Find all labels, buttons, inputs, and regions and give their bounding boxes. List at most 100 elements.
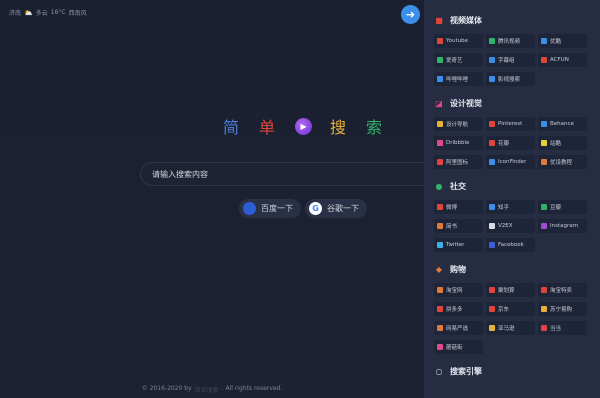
nav-link-label: ACFUN xyxy=(550,57,569,63)
nav-section: ○ 搜索引擎 xyxy=(434,366,600,377)
nav-link[interactable]: 简书 xyxy=(434,219,483,233)
link-grid: 微博 知乎 豆瓣简书 V2EX Instagram Twitter Facebook xyxy=(434,200,600,252)
section-title-label: 视频媒体 xyxy=(450,16,482,25)
footer-rights: . All rights reserved. xyxy=(221,385,283,392)
nav-link[interactable]: 微博 xyxy=(434,200,483,214)
nav-link[interactable]: 腾讯视频 xyxy=(486,34,535,48)
nav-section: ◆ 购物淘宝网 聚划算 淘宝特卖拼多多 京东 苏宁易购网易严选 亚马逊 当当蘑菇街 xyxy=(434,264,600,354)
link-grid: Youtube 腾讯视频 优酷爱奇艺 字幕组 ACFUN 哔哩哔哩 影视搜索 xyxy=(434,34,600,86)
nav-link-label: 站酷 xyxy=(550,141,562,147)
section-title: ■ 视频媒体 xyxy=(434,15,600,26)
nav-link[interactable]: 爱奇艺 xyxy=(434,53,483,67)
site-icon xyxy=(541,121,547,127)
site-icon xyxy=(489,204,495,210)
site-icon xyxy=(437,242,443,248)
nav-link[interactable]: Youtube xyxy=(434,34,483,48)
nav-link-label: 哔哩哔哩 xyxy=(446,77,469,83)
nav-link[interactable]: 花瓣 xyxy=(486,136,535,150)
nav-link[interactable]: 苏宁易购 xyxy=(538,302,587,316)
weather-widget[interactable]: 济南 ⛅ 多云 16°C 西南风 xyxy=(9,8,87,18)
site-icon xyxy=(437,121,443,127)
nav-link-label: 简书 xyxy=(446,224,458,230)
nav-link[interactable]: Behance xyxy=(538,117,587,131)
nav-link[interactable]: 拼多多 xyxy=(434,302,483,316)
site-icon xyxy=(437,76,443,82)
partly-cloudy-icon: ⛅ xyxy=(24,8,33,17)
nav-link[interactable]: 聚划算 xyxy=(486,283,535,297)
nav-link-label: 爱奇艺 xyxy=(446,58,463,64)
nav-link[interactable]: 影视搜索 xyxy=(486,72,535,86)
nav-link-label: 优设教程 xyxy=(550,160,573,166)
nav-link-label: 拼多多 xyxy=(446,307,463,313)
nav-link-label: Twitter xyxy=(446,242,465,248)
chat-icon: ● xyxy=(435,182,443,191)
nav-link-label: 字幕组 xyxy=(498,58,515,64)
nav-link[interactable]: 豆瓣 xyxy=(538,200,587,214)
nav-link[interactable]: 淘宝特卖 xyxy=(538,283,587,297)
section-title-label: 搜索引擎 xyxy=(450,367,482,376)
nav-link[interactable]: 设计导航 xyxy=(434,117,483,131)
nav-link-label: 影视搜索 xyxy=(498,77,521,83)
site-icon xyxy=(437,140,443,146)
google-search-button[interactable]: G 谷歌一下 xyxy=(305,199,367,218)
nav-link[interactable]: Pinterest xyxy=(486,117,535,131)
baidu-search-button[interactable]: 🐾 百度一下 xyxy=(239,199,301,218)
nav-link[interactable]: 淘宝网 xyxy=(434,283,483,297)
nav-link[interactable]: 优设教程 xyxy=(538,155,587,169)
nav-link[interactable]: 优酷 xyxy=(538,34,587,48)
design-icon: ◪ xyxy=(435,99,443,108)
nav-link[interactable]: 知乎 xyxy=(486,200,535,214)
nav-link-label: 聚划算 xyxy=(498,288,515,294)
nav-link-label: 苏宁易购 xyxy=(550,307,573,313)
site-icon xyxy=(489,242,495,248)
nav-link-label: 蘑菇街 xyxy=(446,345,463,351)
nav-link[interactable]: 京东 xyxy=(486,302,535,316)
nav-link-label: 淘宝特卖 xyxy=(550,288,573,294)
nav-link[interactable]: 亚马逊 xyxy=(486,321,535,335)
nav-link[interactable]: 字幕组 xyxy=(486,53,535,67)
site-icon xyxy=(437,38,443,44)
shopping-icon: ◆ xyxy=(435,265,443,274)
nav-link[interactable]: 网易严选 xyxy=(434,321,483,335)
nav-link[interactable]: Facebook xyxy=(486,238,535,252)
link-grid: 淘宝网 聚划算 淘宝特卖拼多多 京东 苏宁易购网易严选 亚马逊 当当蘑菇街 xyxy=(434,283,600,354)
search-input[interactable] xyxy=(152,169,424,179)
site-icon xyxy=(489,159,495,165)
weather-condition: 多云 xyxy=(35,10,48,17)
nav-link[interactable]: 阿里图标 xyxy=(434,155,483,169)
nav-link[interactable]: Twitter xyxy=(434,238,483,252)
nav-link[interactable]: ACFUN xyxy=(538,53,587,67)
nav-link[interactable]: 哔哩哔哩 xyxy=(434,72,483,86)
site-icon xyxy=(437,306,443,312)
section-title: ◪ 设计视觉 xyxy=(434,98,600,109)
nav-link-label: 网易严选 xyxy=(446,326,469,332)
nav-link-label: Youtube xyxy=(446,38,468,44)
nav-link[interactable]: Dribbble xyxy=(434,136,483,150)
site-icon xyxy=(541,38,547,44)
weather-city: 济南 xyxy=(9,10,22,17)
site-icon xyxy=(437,325,443,331)
site-icon xyxy=(489,38,495,44)
nav-section: ◪ 设计视觉设计导航 Pinterest Behance Dribbble 花瓣 站酷阿里图… xyxy=(434,98,600,169)
site-icon xyxy=(541,140,547,146)
nav-link-label: 京东 xyxy=(498,307,510,313)
nav-link[interactable]: V2EX xyxy=(486,219,535,233)
nav-link[interactable]: 当当 xyxy=(538,321,587,335)
nav-link[interactable]: 站酷 xyxy=(538,136,587,150)
nav-link[interactable]: Instagram xyxy=(538,219,587,233)
site-icon xyxy=(541,159,547,165)
nav-link-label: 微博 xyxy=(446,205,458,211)
nav-link[interactable]: IconFinder xyxy=(486,155,535,169)
logo-char-2: 单 xyxy=(259,118,276,137)
nav-link[interactable]: 蘑菇街 xyxy=(434,340,483,354)
site-icon xyxy=(437,287,443,293)
nav-section: ■ 视频媒体 Youtube 腾讯视频 优酷爱奇艺 字幕组 ACFUN 哔哩哔哩 影视搜索 xyxy=(434,15,600,86)
arrow-right-icon[interactable]: ➜ xyxy=(401,5,420,24)
site-icon xyxy=(541,306,547,312)
section-title: ◆ 购物 xyxy=(434,264,600,275)
nav-link-label: Pinterest xyxy=(498,121,523,127)
nav-link-label: 优酷 xyxy=(550,39,562,45)
site-icon xyxy=(489,325,495,331)
footer-brand-link[interactable]: 简单搜索 xyxy=(195,385,219,394)
site-icon xyxy=(437,344,443,350)
